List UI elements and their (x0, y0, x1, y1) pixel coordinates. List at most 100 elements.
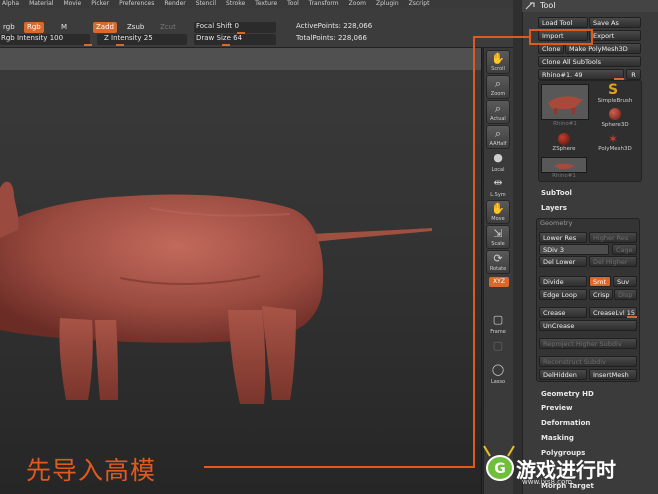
reproject-button[interactable]: Reproject Higher Subdiv (539, 338, 637, 349)
svg-text:G: G (494, 461, 506, 477)
frame-icon: ▢ (492, 339, 504, 352)
rhino-thumb-icon (548, 96, 584, 114)
zoom-button[interactable]: ⌕ Zoom (486, 75, 510, 99)
preview-section[interactable]: Preview (541, 404, 573, 412)
export-button[interactable]: Export (589, 30, 641, 41)
crease-button[interactable]: Crease (539, 307, 587, 318)
masking-section[interactable]: Masking (541, 434, 574, 442)
thumb-rhino[interactable] (541, 84, 589, 120)
menu-item-texture[interactable]: Texture (255, 0, 277, 8)
z-intensity-label: Z Intensity 25 (104, 34, 153, 42)
deformation-section[interactable]: Deformation (541, 419, 590, 427)
frame-icon: ▢ (492, 313, 504, 326)
menu-item-movie[interactable]: Movie (63, 0, 81, 8)
move-frame-button[interactable]: ▢ (486, 338, 510, 362)
draw-size-label: Draw Size 64 (196, 34, 243, 42)
local-button[interactable]: ● Local (486, 150, 510, 174)
lsym-button[interactable]: ⇹ L.Sym (486, 175, 510, 199)
actual-label: Actual (490, 116, 506, 122)
xyz-toggle[interactable]: XYZ (489, 277, 509, 287)
r-button[interactable]: R (626, 69, 641, 80)
menu-item-render[interactable]: Render (164, 0, 185, 8)
menu-item-picker[interactable]: Picker (91, 0, 109, 8)
symmetry-icon: ⇹ (493, 176, 503, 189)
annotation-line (474, 36, 530, 38)
suv-toggle[interactable]: Suv (613, 276, 637, 287)
edge-loop-button[interactable]: Edge Loop (539, 289, 587, 300)
layers-section[interactable]: Layers (541, 204, 567, 212)
menu-item-tool[interactable]: Tool (287, 0, 299, 8)
local-label: Local (491, 167, 505, 173)
zcut-button[interactable]: Zcut (157, 22, 179, 33)
active-points: ActivePoints: 228,066 (296, 22, 373, 30)
m-button[interactable]: M (58, 22, 70, 33)
menu-item-preferences[interactable]: Preferences (119, 0, 154, 8)
menu-item-alpha[interactable]: Alpha (2, 0, 19, 8)
total-points: TotalPoints: 228,066 (296, 34, 367, 42)
sphere3d-icon[interactable] (609, 108, 621, 120)
annotation-line (473, 36, 475, 468)
sdiv-slider[interactable]: SDiv 3 (539, 244, 609, 255)
canvas-viewport[interactable] (0, 48, 482, 494)
menu-item-zscript[interactable]: Zscript (409, 0, 430, 8)
zoom-label: Zoom (490, 91, 506, 97)
zadd-button[interactable]: Zadd (93, 22, 117, 33)
polymesh3d-icon[interactable]: ✶ (608, 132, 618, 146)
rotate-label: Rotate (489, 266, 507, 272)
rgb-button[interactable]: Rgb (24, 22, 44, 33)
menu-item-material[interactable]: Material (29, 0, 53, 8)
aahalf-label: AAHalf (489, 141, 507, 147)
divide-button[interactable]: Divide (539, 276, 587, 287)
logo-url: www.ixs8.com (522, 478, 573, 486)
del-hidden-button[interactable]: DelHidden (539, 369, 587, 380)
lasso-label: Lasso (490, 379, 506, 385)
scale-button[interactable]: ⇲ Scale (486, 225, 510, 249)
subtool-section[interactable]: SubTool (541, 189, 572, 197)
menu-item-transform[interactable]: Transform (309, 0, 339, 8)
menu-item-stencil[interactable]: Stencil (196, 0, 216, 8)
cage-button[interactable]: Cage (612, 244, 637, 255)
move-label: Move (491, 216, 505, 222)
rotate-button[interactable]: ⟳ Rotate (486, 250, 510, 274)
scroll-button[interactable]: ✋ Scroll (486, 50, 510, 74)
focal-shift-value: 0 (234, 22, 239, 30)
zsub-button[interactable]: Zsub (124, 22, 147, 33)
frame-label: Frame (490, 329, 506, 335)
lower-res-button[interactable]: Lower Res (539, 232, 587, 243)
smt-toggle[interactable]: Smt (589, 276, 611, 287)
import-highlight-box (529, 29, 593, 45)
simplebrush-icon[interactable]: S (608, 82, 618, 98)
geometry-header[interactable]: Geometry (540, 219, 572, 227)
polymesh3d-label: PolyMesh3D (598, 146, 632, 152)
del-higher-button[interactable]: Del Higher (589, 256, 637, 267)
lasso-icon: ◯ (491, 363, 505, 376)
current-tool-slider[interactable]: Rhino#1. 49 (538, 69, 624, 80)
save-as-button[interactable]: Save As (589, 17, 641, 28)
lasso-button[interactable]: ◯ Lasso (486, 362, 510, 386)
higher-res-button[interactable]: Higher Res (589, 232, 637, 243)
magnifier-icon: ⌕ (494, 77, 502, 90)
actual-button[interactable]: ⌕ Actual (486, 100, 510, 124)
insert-mesh-button[interactable]: InsertMesh (589, 369, 637, 380)
geometry-hd-section[interactable]: Geometry HD (541, 390, 594, 398)
uncrease-button[interactable]: UnCrease (539, 320, 637, 331)
rhino-model (0, 48, 481, 404)
annotation-line (204, 466, 475, 468)
frame-button[interactable]: ▢ Frame (486, 312, 510, 336)
crisp-toggle[interactable]: Crisp (589, 289, 613, 300)
menu-item-stroke[interactable]: Stroke (226, 0, 245, 8)
disp-toggle[interactable]: Disp (614, 289, 637, 300)
reconstruct-subdiv-button[interactable]: Reconstruct Subdiv (539, 356, 637, 367)
crease-level-fill (627, 316, 637, 318)
menu-item-zoom[interactable]: Zoom (349, 0, 366, 8)
move-button[interactable]: ✋ Move (486, 200, 510, 224)
menu-item-zplugin[interactable]: Zplugin (376, 0, 399, 8)
aahalf-button[interactable]: ⌕ AAHalf (486, 125, 510, 149)
scale-icon: ⇲ (493, 227, 503, 240)
thumb-rhino-small[interactable] (541, 157, 587, 173)
del-lower-button[interactable]: Del Lower (539, 256, 587, 267)
load-tool-button[interactable]: Load Tool (538, 17, 588, 28)
sphere3d-label: Sphere3D (601, 122, 629, 128)
zsphere-icon[interactable] (558, 133, 570, 145)
clone-all-subtools-button[interactable]: Clone All SubTools (538, 56, 641, 67)
